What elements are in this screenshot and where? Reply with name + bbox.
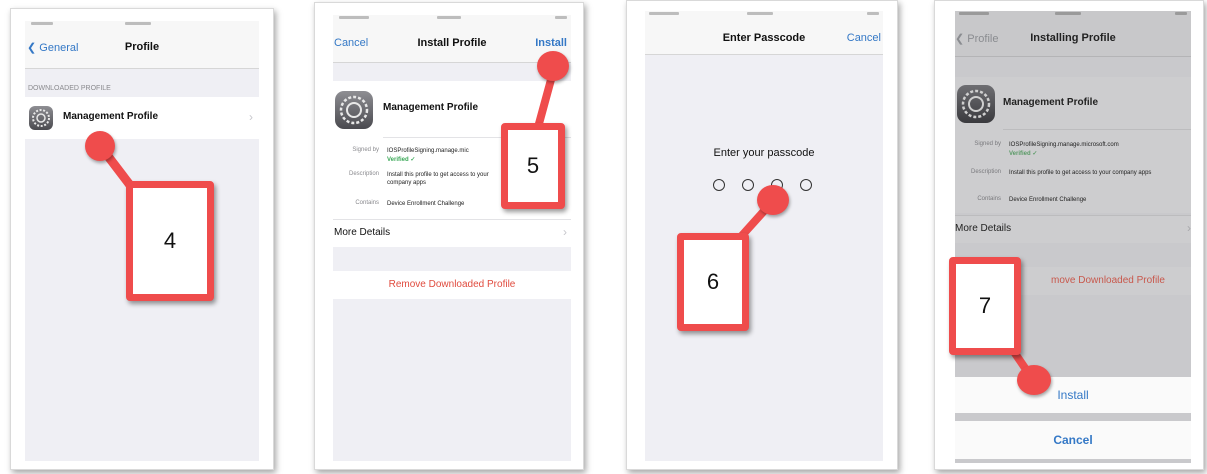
status-bar [955, 11, 1191, 19]
signed-by-key: Signed by [352, 147, 379, 153]
step-badge: 7 [949, 257, 1021, 355]
description-key: Description [348, 171, 379, 177]
cancel-button[interactable]: Cancel [847, 32, 881, 44]
more-details-label: More Details [334, 227, 391, 238]
install-button[interactable]: Install [955, 377, 1191, 413]
signed-by-value: IOSProfileSigning.manage.mic [387, 148, 469, 154]
contains-value: Device Enrollment Challenge [387, 201, 465, 207]
signed-by-key: Signed by [974, 141, 1001, 147]
section-header: DOWNLOADED PROFILE [28, 85, 111, 92]
checkmark-icon: ✓ [410, 157, 416, 163]
nav-bar: Enter Passcode Cancel [645, 19, 883, 55]
description-value: Install this profile to get access to yo… [1009, 170, 1152, 176]
profile-row[interactable]: Management Profile › [25, 97, 259, 139]
panel-4-installing-profile: ❮ Profile Installing Profile Management … [934, 0, 1204, 470]
status-bar [645, 11, 883, 19]
profile-name: Management Profile [1003, 97, 1099, 108]
page-title: Profile [124, 41, 160, 53]
remove-profile-row[interactable]: Remove Downloaded Profile [333, 271, 571, 299]
verified-label: Verified ✓ [387, 157, 416, 163]
signed-by-value: IOSProfileSigning.manage.microsoft.com [1009, 142, 1119, 148]
profile-name: Management Profile [63, 111, 159, 122]
more-details-row[interactable]: More Details › [955, 215, 1191, 243]
tap-target-marker [537, 51, 569, 81]
chevron-right-icon: › [1187, 221, 1191, 235]
step-badge: 5 [501, 123, 565, 209]
tap-target-marker [757, 185, 789, 215]
contains-key: Contains [977, 196, 1001, 202]
settings-gear-icon [29, 106, 53, 130]
checkmark-icon: ✓ [1032, 151, 1038, 157]
contains-value: Device Enrollment Challenge [1009, 197, 1087, 203]
settings-gear-icon [335, 91, 373, 129]
contains-key: Contains [355, 200, 379, 206]
nav-bar: ❮ General Profile [25, 29, 259, 69]
status-bar [25, 21, 259, 29]
step-badge: 4 [126, 181, 214, 301]
passcode-prompt: Enter your passcode [713, 147, 815, 159]
nav-bar: ❮ Profile Installing Profile [955, 19, 1191, 57]
panel-3-enter-passcode: Enter Passcode Cancel Enter your passcod… [626, 0, 898, 470]
more-details-row[interactable]: More Details › [333, 219, 571, 247]
passcode-dot-1 [713, 179, 725, 191]
panel-1-profile-list: ❮ General Profile DOWNLOADED PROFILE Man… [10, 8, 274, 470]
verified-label: Verified ✓ [1009, 151, 1038, 157]
content-area [333, 307, 571, 461]
tap-target-marker [1017, 365, 1051, 395]
page-title: Installing Profile [1030, 32, 1116, 44]
chevron-right-icon: › [249, 110, 253, 124]
profile-details: Signed by IOSProfileSigning.manage.micro… [955, 129, 1191, 213]
phone-screen: ❮ Profile Installing Profile Management … [955, 11, 1191, 463]
description-key: Description [970, 169, 1001, 175]
phone-screen: Cancel Install Profile Install Managemen… [333, 15, 571, 461]
profile-header: Management Profile [955, 77, 1191, 129]
install-button[interactable]: Install [535, 37, 567, 49]
passcode-dot-2 [742, 179, 754, 191]
more-details-label: More Details [955, 223, 1012, 234]
panel-2-install-profile: Cancel Install Profile Install Managemen… [314, 2, 584, 470]
chevron-right-icon: › [563, 225, 567, 239]
remove-profile-label: Remove Downloaded Profile [388, 279, 516, 290]
tap-target-marker [85, 131, 115, 161]
step-badge: 6 [677, 233, 749, 331]
nav-bar: Cancel Install Profile Install [333, 23, 571, 63]
settings-gear-icon [957, 85, 995, 123]
passcode-dot-4 [800, 179, 812, 191]
cancel-button[interactable]: Cancel [955, 421, 1191, 459]
description-value: Install this profile to get access to yo… [387, 172, 489, 186]
profile-name: Management Profile [383, 102, 479, 113]
status-bar [333, 15, 571, 23]
